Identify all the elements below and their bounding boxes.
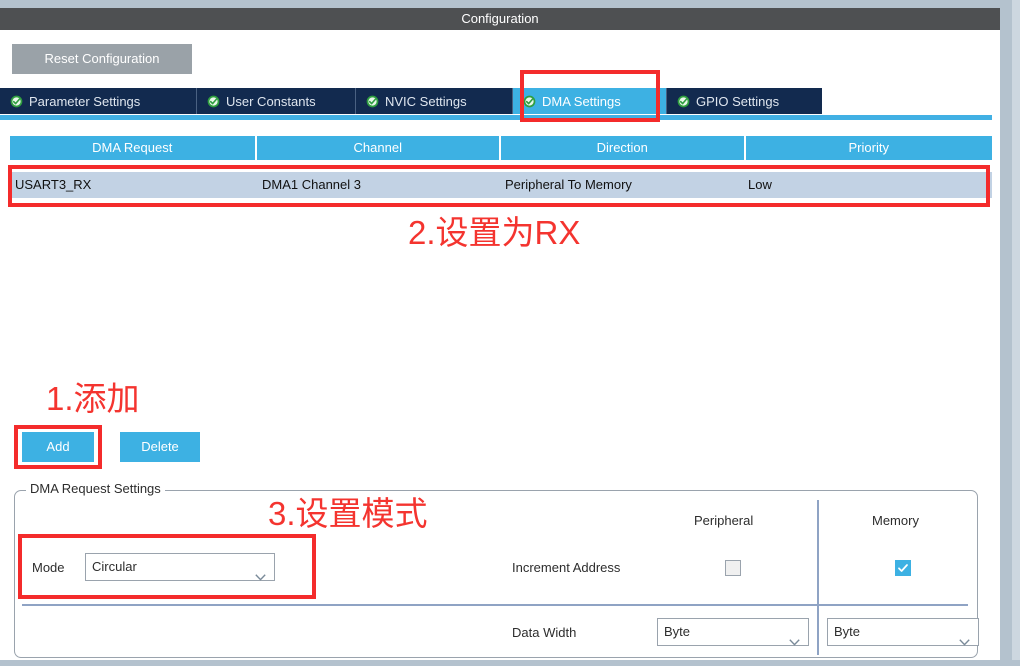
tab-parameter-settings[interactable]: Parameter Settings	[0, 88, 196, 114]
data-width-label: Data Width	[512, 625, 577, 640]
cell-channel: DMA1 Channel 3	[262, 177, 361, 192]
column-header-dma-request[interactable]: DMA Request	[10, 136, 255, 160]
window-bottom-border	[0, 660, 1020, 666]
window-right-border	[1000, 0, 1020, 666]
tab-label: NVIC Settings	[385, 93, 467, 109]
tab-nvic-settings[interactable]: NVIC Settings	[355, 88, 512, 114]
check-circle-icon	[677, 95, 690, 108]
memory-column-header: Memory	[872, 513, 919, 528]
tab-user-constants[interactable]: User Constants	[196, 88, 355, 114]
delete-button-label: Delete	[141, 439, 179, 454]
annotation-text-1: 1.添加	[46, 380, 140, 417]
chevron-down-icon	[959, 629, 970, 646]
column-header-channel[interactable]: Channel	[256, 136, 499, 160]
window-top-border	[0, 0, 1020, 8]
table-body: USART3_RX DMA1 Channel 3 Peripheral To M…	[10, 172, 992, 198]
peripheral-column-header: Peripheral	[694, 513, 754, 528]
tab-bar: Parameter Settings User Constants NVIC S…	[0, 88, 992, 120]
increment-address-label: Increment Address	[512, 560, 621, 575]
check-circle-icon	[207, 95, 220, 108]
annotation-text-2: 2.设置为RX	[408, 214, 581, 251]
tab-label: GPIO Settings	[696, 93, 780, 109]
increment-address-peripheral-checkbox[interactable]	[725, 560, 741, 576]
dma-request-settings-title: DMA Request Settings	[26, 481, 165, 496]
reset-configuration-button[interactable]: Reset Configuration	[12, 44, 192, 74]
window-title-bar: Configuration	[0, 8, 1000, 30]
tab-label: DMA Settings	[542, 93, 621, 109]
reset-configuration-label: Reset Configuration	[44, 51, 160, 66]
tab-dma-settings[interactable]: DMA Settings	[512, 88, 666, 114]
page-title: Configuration	[461, 11, 539, 26]
add-button[interactable]: Add	[22, 432, 94, 462]
table-header-row: DMA Request Channel Direction Priority	[10, 136, 992, 160]
mode-select-value: Circular	[92, 559, 137, 574]
check-circle-icon	[10, 95, 23, 108]
column-header-priority[interactable]: Priority	[745, 136, 992, 160]
dma-request-table: DMA Request Channel Direction Priority U…	[10, 136, 992, 198]
column-header-direction[interactable]: Direction	[501, 136, 744, 160]
configuration-window: Configuration Reset Configuration Parame…	[0, 0, 1020, 666]
tab-gpio-settings[interactable]: GPIO Settings	[666, 88, 822, 114]
mode-label: Mode	[32, 560, 65, 575]
chevron-down-icon	[789, 629, 800, 646]
check-circle-icon	[366, 95, 379, 108]
data-width-memory-select[interactable]: Byte	[827, 618, 979, 646]
cell-priority: Low	[748, 177, 772, 192]
window-right-border-inner	[1012, 0, 1020, 666]
delete-button[interactable]: Delete	[120, 432, 200, 462]
tab-label: Parameter Settings	[29, 93, 141, 109]
check-circle-icon	[523, 95, 536, 108]
mode-select[interactable]: Circular	[85, 553, 275, 581]
tab-underline	[0, 115, 992, 120]
data-width-memory-value: Byte	[834, 624, 861, 639]
data-width-peripheral-select[interactable]: Byte	[657, 618, 809, 646]
data-width-peripheral-value: Byte	[664, 624, 691, 639]
cell-direction: Peripheral To Memory	[505, 177, 632, 192]
table-row[interactable]: USART3_RX DMA1 Channel 3 Peripheral To M…	[10, 172, 992, 198]
settings-horizontal-separator	[22, 604, 968, 606]
increment-address-memory-checkbox[interactable]	[895, 560, 911, 576]
annotation-text-3: 3.设置模式	[268, 495, 428, 532]
check-icon	[898, 564, 908, 572]
cell-dma-request: USART3_RX	[15, 177, 92, 192]
add-button-label: Add	[46, 439, 70, 454]
chevron-down-icon	[255, 564, 266, 581]
settings-vertical-separator	[817, 500, 819, 655]
tab-label: User Constants	[226, 93, 316, 109]
